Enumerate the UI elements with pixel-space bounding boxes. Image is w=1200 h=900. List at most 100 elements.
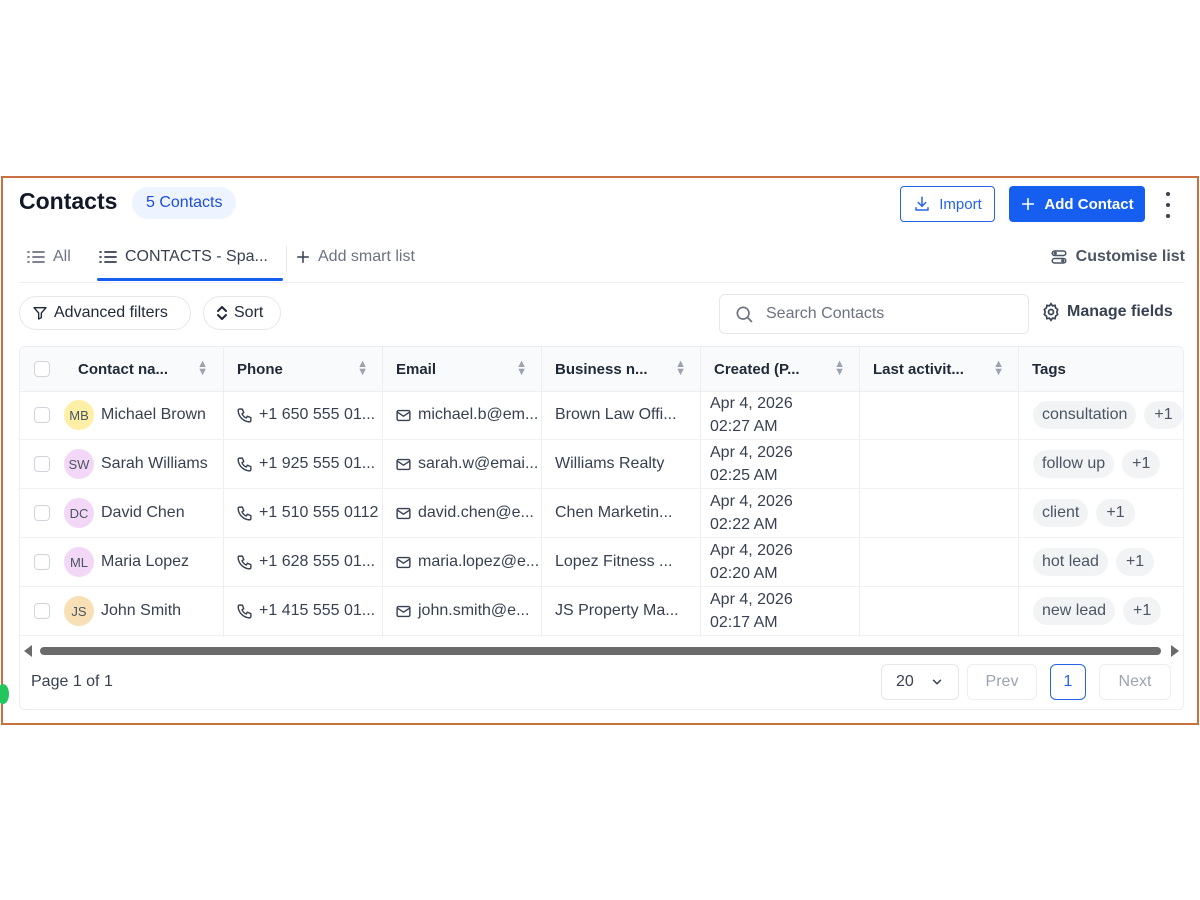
email-value[interactable]: john.smith@e...	[418, 602, 529, 620]
prev-page-button[interactable]: Prev	[967, 664, 1037, 700]
scrollbar-thumb[interactable]	[40, 647, 1161, 655]
column-header-created[interactable]: Created (P... ▲ ▼	[700, 347, 859, 391]
business-cell: Chen Marketin...	[555, 489, 700, 537]
tag-chip[interactable]: consultation	[1033, 401, 1137, 429]
contact-name-cell[interactable]: SW Sarah Williams	[64, 440, 223, 488]
more-tags-badge[interactable]: +1	[1123, 597, 1162, 625]
phone-value[interactable]: +1 415 555 01...	[259, 602, 375, 620]
contact-name[interactable]: Michael Brown	[101, 406, 206, 424]
tab-all[interactable]: All	[27, 248, 71, 266]
column-header-email[interactable]: Email ▲ ▼	[382, 347, 541, 391]
scroll-left-icon[interactable]	[24, 645, 32, 657]
phone-cell[interactable]: +1 650 555 01...	[236, 391, 382, 439]
table-row[interactable]: ML Maria Lopez +1 628 555 01... maria.lopez…	[20, 538, 1183, 587]
per-page-select[interactable]: 20	[881, 664, 959, 700]
customise-list-button[interactable]: Customise list	[1050, 248, 1185, 266]
row-checkbox[interactable]	[34, 554, 50, 570]
import-button[interactable]: Import	[900, 186, 995, 222]
sort-icon[interactable]: ▲ ▼	[516, 359, 527, 378]
table-row[interactable]: SW Sarah Williams +1 925 555 01... sarah.w@…	[20, 440, 1183, 489]
email-cell[interactable]: sarah.w@emai...	[395, 440, 541, 488]
last-activity-cell	[873, 538, 1018, 586]
contact-name[interactable]: Maria Lopez	[101, 553, 189, 571]
row-checkbox[interactable]	[34, 407, 50, 423]
per-page-value: 20	[896, 673, 914, 690]
email-value[interactable]: michael.b@em...	[418, 406, 538, 424]
more-tags-badge[interactable]: +1	[1122, 450, 1161, 478]
table-row[interactable]: JS John Smith +1 415 555 01... john.smith@e…	[20, 587, 1183, 636]
row-checkbox[interactable]	[34, 505, 50, 521]
select-all-checkbox[interactable]	[34, 361, 50, 377]
contact-name[interactable]: Sarah Williams	[101, 455, 208, 473]
contact-name[interactable]: David Chen	[101, 504, 185, 522]
row-checkbox[interactable]	[34, 456, 50, 472]
sort-icon[interactable]: ▲ ▼	[834, 359, 845, 378]
add-contact-button[interactable]: Add Contact	[1009, 186, 1145, 222]
phone-icon	[236, 505, 253, 522]
sort-icon[interactable]: ▲ ▼	[197, 359, 208, 378]
contact-name[interactable]: John Smith	[101, 602, 181, 620]
phone-value[interactable]: +1 510 555 0112	[259, 504, 378, 522]
advanced-filters-button[interactable]: Advanced filters	[19, 296, 191, 330]
phone-value[interactable]: +1 925 555 01...	[259, 455, 375, 473]
contact-count-badge: 5 Contacts	[132, 187, 237, 219]
phone-cell[interactable]: +1 510 555 0112	[236, 489, 382, 537]
phone-value[interactable]: +1 650 555 01...	[259, 406, 375, 424]
business-name: Chen Marketin...	[555, 504, 673, 521]
tag-chip[interactable]: follow up	[1033, 450, 1115, 478]
phone-cell[interactable]: +1 925 555 01...	[236, 440, 382, 488]
created-cell: Apr 4, 2026 02:20 AM	[710, 538, 859, 586]
kebab-menu-icon[interactable]	[1159, 192, 1177, 218]
more-tags-badge[interactable]: +1	[1096, 499, 1135, 527]
page-1-button[interactable]: 1	[1050, 664, 1086, 700]
search-input[interactable]: Search Contacts	[719, 294, 1029, 334]
row-checkbox[interactable]	[34, 603, 50, 619]
email-value[interactable]: maria.lopez@e...	[418, 553, 539, 571]
avatar: DC	[64, 498, 94, 528]
import-label: Import	[939, 195, 982, 213]
sort-button[interactable]: Sort	[203, 296, 281, 330]
created-time: 02:25 AM	[710, 467, 778, 484]
contact-name-cell[interactable]: MB Michael Brown	[64, 391, 223, 439]
mail-icon	[395, 505, 412, 522]
sort-icon[interactable]: ▲ ▼	[993, 359, 1004, 378]
contact-name-cell[interactable]: JS John Smith	[64, 587, 223, 635]
phone-cell[interactable]: +1 628 555 01...	[236, 538, 382, 586]
column-header-phone[interactable]: Phone ▲ ▼	[223, 347, 382, 391]
page-title: Contacts	[19, 188, 118, 214]
contact-name-cell[interactable]: ML Maria Lopez	[64, 538, 223, 586]
gear-icon	[1041, 302, 1061, 322]
column-header-contact-name[interactable]: Contact na... ▲ ▼	[64, 347, 222, 391]
tag-chip[interactable]: client	[1033, 499, 1089, 527]
contact-name-cell[interactable]: DC David Chen	[64, 489, 223, 537]
business-name: Lopez Fitness ...	[555, 553, 673, 570]
tag-chip[interactable]: hot lead	[1033, 548, 1108, 576]
scroll-right-icon[interactable]	[1171, 645, 1179, 657]
email-cell[interactable]: david.chen@e...	[395, 489, 541, 537]
email-cell[interactable]: john.smith@e...	[395, 587, 541, 635]
column-header-last-activity[interactable]: Last activit... ▲ ▼	[859, 347, 1018, 391]
next-page-button[interactable]: Next	[1099, 664, 1171, 700]
email-value[interactable]: david.chen@e...	[418, 504, 534, 522]
phone-cell[interactable]: +1 415 555 01...	[236, 587, 382, 635]
column-header-tags[interactable]: Tags	[1018, 347, 1183, 391]
mail-icon	[395, 456, 412, 473]
table-header: Contact na... ▲ ▼ Phone ▲ ▼ Email ▲ ▼ Busin…	[20, 347, 1183, 392]
column-header-business-name[interactable]: Business n... ▲ ▼	[541, 347, 700, 391]
phone-value[interactable]: +1 628 555 01...	[259, 553, 375, 571]
tab-contacts-smart-list[interactable]: CONTACTS - Spa...	[99, 248, 268, 266]
sort-icon[interactable]: ▲ ▼	[357, 359, 368, 378]
tag-chip[interactable]: new lead	[1033, 597, 1116, 625]
more-tags-badge[interactable]: +1	[1115, 548, 1155, 576]
table-row[interactable]: DC David Chen +1 510 555 0112 david.chen@e.…	[20, 489, 1183, 538]
email-cell[interactable]: michael.b@em...	[395, 391, 541, 439]
manage-fields-button[interactable]: Manage fields	[1041, 302, 1173, 322]
table-row[interactable]: MB Michael Brown +1 650 555 01... michael.b…	[20, 391, 1183, 440]
sort-icon[interactable]: ▲ ▼	[675, 359, 686, 378]
created-cell: Apr 4, 2026 02:17 AM	[710, 587, 859, 635]
more-tags-badge[interactable]: +1	[1144, 401, 1183, 429]
horizontal-scrollbar[interactable]	[20, 643, 1183, 657]
email-cell[interactable]: maria.lopez@e...	[395, 538, 541, 586]
email-value[interactable]: sarah.w@emai...	[418, 455, 538, 473]
add-smart-list-button[interactable]: Add smart list	[296, 248, 415, 266]
